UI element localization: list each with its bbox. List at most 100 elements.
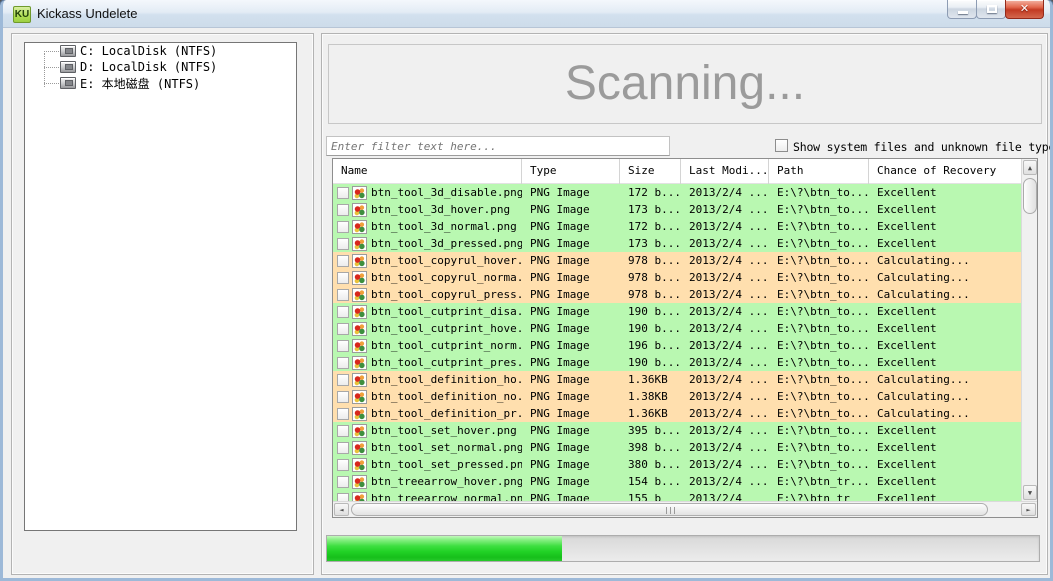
file-name: btn_tool_3d_disable.png: [371, 186, 522, 199]
name-cell: btn_tool_3d_normal.png: [333, 218, 522, 235]
image-file-icon: [352, 219, 367, 234]
maximize-button[interactable]: [976, 0, 1006, 19]
drive-tree-item[interactable]: D: LocalDisk (NTFS): [25, 59, 296, 75]
image-file-icon: [352, 304, 367, 319]
image-file-icon: [352, 270, 367, 285]
row-checkbox[interactable]: [337, 288, 349, 301]
name-cell: btn_tool_cutprint_pres...: [333, 354, 522, 371]
type-cell: PNG Image: [530, 407, 590, 420]
row-checkbox[interactable]: [337, 390, 349, 403]
path-cell: E:\?\btn_to...: [777, 458, 869, 471]
close-icon: ✕: [1019, 2, 1030, 15]
table-row[interactable]: btn_tool_cutprint_pres... PNG Image 190 b.…: [333, 354, 1021, 371]
column-header[interactable]: Path: [769, 159, 869, 184]
table-row[interactable]: btn_tool_3d_pressed.png PNG Image 173 b...…: [333, 235, 1021, 252]
size-cell: 978 b...: [628, 254, 681, 267]
name-cell: btn_tool_set_hover.png: [333, 422, 522, 439]
row-checkbox[interactable]: [337, 220, 349, 233]
table-row[interactable]: btn_tool_definition_no... PNG Image 1.38KB…: [333, 388, 1021, 405]
table-row[interactable]: btn_tool_definition_pr... PNG Image 1.36KB…: [333, 405, 1021, 422]
row-checkbox[interactable]: [337, 475, 349, 488]
show-system-files-checkbox[interactable]: [775, 139, 788, 152]
row-checkbox[interactable]: [337, 203, 349, 216]
size-cell: 978 b...: [628, 271, 681, 284]
recovery-cell: Calculating...: [877, 271, 970, 284]
modified-cell: 2013/2/4 ...: [689, 322, 769, 335]
table-row[interactable]: btn_tool_cutprint_hove... PNG Image 190 b.…: [333, 320, 1021, 337]
table-row[interactable]: btn_treearrow_normal.png PNG Image 155 b 20…: [333, 490, 1021, 501]
type-cell: PNG Image: [530, 441, 590, 454]
name-cell: btn_tool_definition_pr...: [333, 405, 522, 422]
table-row[interactable]: btn_tool_set_normal.png PNG Image 398 b...…: [333, 439, 1021, 456]
file-name: btn_tool_copyrul_norma...: [371, 271, 522, 284]
column-header[interactable]: Name: [333, 159, 522, 184]
row-checkbox[interactable]: [337, 424, 349, 437]
path-cell: E:\?\btn_to...: [777, 407, 869, 420]
image-file-icon: [352, 440, 367, 455]
image-file-icon: [352, 355, 367, 370]
table-row[interactable]: btn_tool_definition_ho... PNG Image 1.36KB…: [333, 371, 1021, 388]
recovery-cell: Excellent: [877, 475, 937, 488]
table-row[interactable]: btn_tool_set_hover.png PNG Image 395 b... 2…: [333, 422, 1021, 439]
table-row[interactable]: btn_tool_3d_normal.png PNG Image 172 b... 2…: [333, 218, 1021, 235]
size-cell: 1.38KB: [628, 390, 668, 403]
file-name: btn_tool_set_normal.png: [371, 441, 522, 454]
scan-progress-bar: [326, 535, 1040, 562]
path-cell: E:\?\btn_to...: [777, 322, 869, 335]
row-checkbox[interactable]: [337, 186, 349, 199]
row-checkbox[interactable]: [337, 492, 349, 501]
image-file-icon: [352, 321, 367, 336]
drive-tree-item[interactable]: E: 本地磁盘 (NTFS): [25, 75, 296, 91]
close-button[interactable]: ✕: [1005, 0, 1044, 19]
scroll-right-button[interactable]: ►: [1021, 503, 1036, 516]
row-checkbox[interactable]: [337, 271, 349, 284]
column-header[interactable]: Size: [620, 159, 681, 184]
row-checkbox[interactable]: [337, 254, 349, 267]
drive-tree-item[interactable]: C: LocalDisk (NTFS): [25, 43, 296, 59]
filter-input[interactable]: [326, 136, 670, 156]
size-cell: 196 b...: [628, 339, 681, 352]
table-row[interactable]: btn_tool_3d_disable.png PNG Image 172 b...…: [333, 184, 1021, 201]
recovery-cell: Calculating...: [877, 254, 970, 267]
row-checkbox[interactable]: [337, 441, 349, 454]
table-row[interactable]: btn_tool_cutprint_disa... PNG Image 190 b.…: [333, 303, 1021, 320]
column-header[interactable]: Chance of Recovery: [869, 159, 1022, 184]
recovery-cell: Excellent: [877, 492, 937, 501]
row-checkbox[interactable]: [337, 305, 349, 318]
row-checkbox[interactable]: [337, 373, 349, 386]
scroll-left-button[interactable]: ◄: [334, 503, 349, 516]
minimize-button[interactable]: [947, 0, 977, 19]
recovery-cell: Calculating...: [877, 407, 970, 420]
modified-cell: 2013/2/4 ...: [689, 458, 769, 471]
row-checkbox[interactable]: [337, 407, 349, 420]
scroll-up-button[interactable]: ▲: [1023, 160, 1037, 175]
horizontal-scrollbar-thumb[interactable]: [351, 503, 988, 516]
row-checkbox[interactable]: [337, 339, 349, 352]
row-checkbox[interactable]: [337, 356, 349, 369]
row-checkbox[interactable]: [337, 237, 349, 250]
size-cell: 190 b...: [628, 305, 681, 318]
table-row[interactable]: btn_tool_set_pressed.png PNG Image 380 b..…: [333, 456, 1021, 473]
file-name: btn_tool_definition_pr...: [371, 407, 522, 420]
path-cell: E:\?\btn_to...: [777, 390, 869, 403]
table-row[interactable]: btn_tool_3d_hover.png PNG Image 173 b... 20…: [333, 201, 1021, 218]
row-checkbox[interactable]: [337, 322, 349, 335]
table-row[interactable]: btn_treearrow_hover.png PNG Image 154 b...…: [333, 473, 1021, 490]
table-row[interactable]: btn_tool_copyrul_norma... PNG Image 978 b.…: [333, 269, 1021, 286]
table-row[interactable]: btn_tool_copyrul_hover... PNG Image 978 b.…: [333, 252, 1021, 269]
file-name: btn_tool_3d_normal.png: [371, 220, 517, 233]
type-cell: PNG Image: [530, 475, 590, 488]
column-header[interactable]: Type: [522, 159, 620, 184]
table-row[interactable]: btn_tool_copyrul_press... PNG Image 978 b.…: [333, 286, 1021, 303]
table-row[interactable]: btn_tool_cutprint_norm... PNG Image 196 b.…: [333, 337, 1021, 354]
horizontal-scrollbar[interactable]: ◄ ►: [333, 501, 1037, 517]
image-file-icon: [352, 185, 367, 200]
column-header[interactable]: Last Modi...: [681, 159, 769, 184]
row-checkbox[interactable]: [337, 458, 349, 471]
vertical-scrollbar[interactable]: ▲ ▼: [1021, 159, 1037, 501]
size-cell: 190 b...: [628, 322, 681, 335]
drive-label: E: 本地磁盘 (NTFS): [80, 76, 201, 91]
scroll-down-button[interactable]: ▼: [1023, 485, 1037, 500]
vertical-scrollbar-thumb[interactable]: [1023, 178, 1037, 214]
tree-branch-line: [44, 66, 59, 68]
